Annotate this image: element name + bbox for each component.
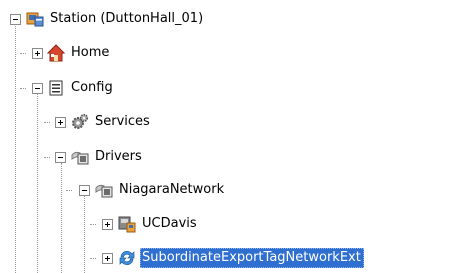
config-icon — [47, 79, 65, 97]
tree-line — [20, 53, 26, 54]
expand-toggle-ucdavis[interactable] — [102, 219, 113, 230]
tree-line — [44, 157, 50, 158]
tree-node-services[interactable]: Services — [71, 111, 153, 133]
services-gear-icon — [71, 113, 89, 131]
tree-node-drivers[interactable]: Drivers — [71, 146, 145, 168]
tree-line — [20, 88, 26, 89]
tree-node-label: SubordinateExportTagNetworkExt — [140, 248, 364, 268]
network-icon — [95, 181, 113, 199]
tree-node-label: UCDavis — [142, 216, 197, 231]
tree-line — [90, 224, 96, 225]
tree-node-label: Drivers — [95, 149, 142, 164]
tree-node-niagara-network[interactable]: NiagaraNetwork — [95, 179, 227, 201]
tree-line — [61, 163, 62, 273]
tree-line — [90, 258, 96, 259]
navigation-tree: Station (DuttonHall_01) Home Config Serv… — [0, 0, 470, 273]
tree-line — [66, 190, 72, 191]
station-icon — [26, 10, 44, 28]
tree-line — [84, 196, 85, 273]
tree-node-ucdavis[interactable]: UCDavis — [118, 213, 200, 235]
collapse-toggle-drivers[interactable] — [55, 152, 66, 163]
tree-node-label: Config — [71, 80, 113, 95]
tree-node-subordinate-export[interactable]: SubordinateExportTagNetworkExt — [118, 247, 364, 269]
tree-node-label: Home — [71, 45, 110, 60]
tree-line — [15, 26, 16, 273]
station-device-icon — [118, 215, 136, 233]
tree-node-station[interactable]: Station (DuttonHall_01) — [26, 8, 206, 30]
tree-node-label: Station (DuttonHall_01) — [50, 11, 204, 26]
collapse-toggle-config[interactable] — [32, 83, 43, 94]
expand-toggle-home[interactable] — [32, 48, 43, 59]
tree-node-label: Services — [95, 114, 150, 129]
drivers-icon — [71, 148, 89, 166]
expand-toggle-services[interactable] — [55, 117, 66, 128]
tree-node-config[interactable]: Config — [47, 77, 116, 99]
tree-line — [37, 94, 38, 273]
sync-arrows-icon — [118, 249, 136, 267]
expand-toggle-subordinate-export[interactable] — [102, 253, 113, 264]
home-icon — [47, 44, 65, 62]
tree-node-label: NiagaraNetwork — [119, 182, 225, 197]
collapse-toggle-niagara-network[interactable] — [79, 185, 90, 196]
collapse-toggle-station[interactable] — [10, 14, 21, 25]
tree-line — [44, 122, 50, 123]
tree-node-home[interactable]: Home — [47, 42, 112, 64]
